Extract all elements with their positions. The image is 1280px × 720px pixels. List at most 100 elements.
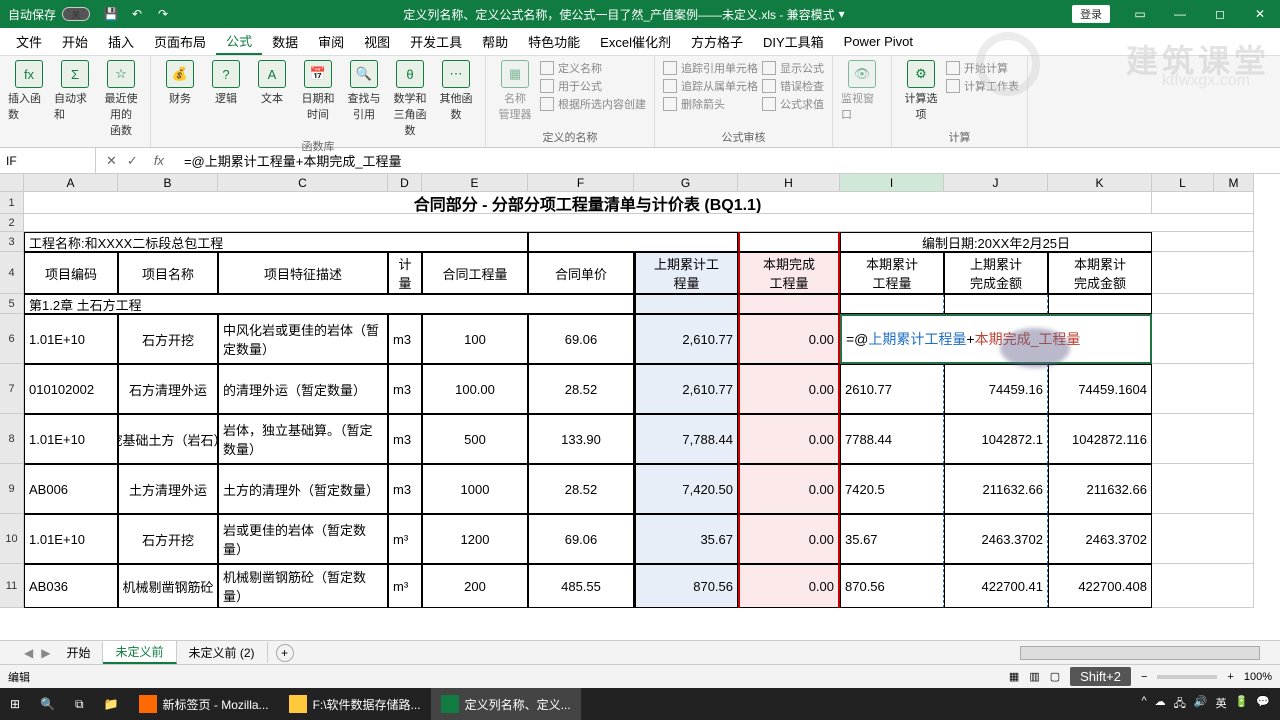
cell[interactable] [738, 294, 840, 314]
fnlib-btn-6[interactable]: ⋯其他函数 [435, 60, 477, 138]
cell[interactable] [1048, 294, 1152, 314]
volume-icon[interactable]: 🔊 [1194, 695, 1208, 714]
taskbar-app-2[interactable]: 定义列名称、定义... [431, 688, 581, 720]
cell[interactable]: 200 [422, 564, 528, 608]
cell[interactable]: 上期累计 完成金额 [944, 252, 1048, 294]
col-M[interactable]: M [1214, 174, 1254, 192]
cell[interactable]: 010102002 [24, 364, 118, 414]
menu-DIY工具箱[interactable]: DIY工具箱 [753, 28, 834, 55]
audit-b-1[interactable]: 错误检查 [762, 78, 824, 94]
cell[interactable]: 1200 [422, 514, 528, 564]
col-J[interactable]: J [944, 174, 1048, 192]
column-headers[interactable]: ABCDEFGHIJKLM [24, 174, 1254, 192]
row-4[interactable]: 4 [0, 252, 24, 294]
cell[interactable] [1152, 414, 1254, 464]
cell[interactable]: 100.00 [422, 364, 528, 414]
tray-up-icon[interactable]: ^ [1141, 695, 1146, 714]
zoom-slider[interactable] [1157, 675, 1217, 679]
cell[interactable]: 本期完成 工程量 [738, 252, 840, 294]
fnlib-btn-3[interactable]: 📅日期和时间 [297, 60, 339, 138]
ribbon-options-icon[interactable]: ▭ [1120, 7, 1160, 21]
row-headers[interactable]: 1234567891011 [0, 192, 24, 608]
cell[interactable]: 1042872.116 [1048, 414, 1152, 464]
cell[interactable]: 本期累计 工程量 [840, 252, 944, 294]
cell[interactable]: 第1.2章 土石方工程 [24, 294, 634, 314]
save-icon[interactable]: 💾 [98, 7, 124, 21]
cell[interactable]: 2463.3702 [944, 514, 1048, 564]
cell[interactable]: 0.00 [738, 314, 840, 364]
hscrollbar[interactable] [1020, 646, 1260, 660]
cell[interactable]: 1042872.1 [944, 414, 1048, 464]
redo-icon[interactable]: ↷ [150, 7, 176, 21]
row-8[interactable]: 8 [0, 414, 24, 464]
row-1[interactable]: 1 [0, 192, 24, 214]
autosum-button[interactable]: Σ自动求和 [54, 60, 96, 145]
taskbar-app-0[interactable]: 新标签页 - Mozilla... [129, 688, 279, 720]
cell[interactable]: 422700.41 [944, 564, 1048, 608]
cell[interactable] [1152, 564, 1254, 608]
audit-a-1[interactable]: 追踪从属单元格 [663, 78, 758, 94]
menu-公式[interactable]: 公式 [216, 28, 262, 55]
cell[interactable]: 870.56 [840, 564, 944, 608]
cell[interactable]: 挖基础土方（岩石） [118, 414, 218, 464]
cell[interactable]: 69.06 [528, 314, 634, 364]
undo-icon[interactable]: ↶ [124, 7, 150, 21]
cell[interactable] [840, 294, 944, 314]
row-2[interactable]: 2 [0, 214, 24, 232]
row-11[interactable]: 11 [0, 564, 24, 608]
cell[interactable]: 编制日期:20XX年2月25日 [840, 232, 1152, 252]
cell[interactable] [1152, 314, 1254, 364]
cell[interactable]: 2,610.77 [634, 314, 738, 364]
col-I[interactable]: I [840, 174, 944, 192]
menu-开始[interactable]: 开始 [52, 28, 98, 55]
defname-2[interactable]: 根据所选内容创建 [540, 96, 646, 112]
cell[interactable]: 69.06 [528, 514, 634, 564]
cell[interactable]: m³ [388, 514, 422, 564]
battery-icon[interactable]: 🔋 [1235, 695, 1249, 714]
cell[interactable]: 0.00 [738, 414, 840, 464]
zoom-in-icon[interactable]: + [1227, 671, 1233, 683]
cell[interactable] [1152, 514, 1254, 564]
minimize-icon[interactable]: — [1160, 7, 1200, 21]
view-break-icon[interactable]: ▢ [1050, 670, 1060, 683]
cell[interactable]: 合同单价 [528, 252, 634, 294]
cell[interactable]: 岩或更佳的岩体（暂定数量） [218, 514, 388, 564]
cell[interactable] [1152, 464, 1254, 514]
col-K[interactable]: K [1048, 174, 1152, 192]
menu-Power Pivot[interactable]: Power Pivot [834, 28, 923, 55]
col-F[interactable]: F [528, 174, 634, 192]
cell[interactable]: 机械剔凿钢筋砼（暂定数量） [218, 564, 388, 608]
audit-a-0[interactable]: 追踪引用单元格 [663, 60, 758, 76]
sheet-nav[interactable]: ▶ [37, 646, 54, 660]
menu-插入[interactable]: 插入 [98, 28, 144, 55]
select-all-corner[interactable] [0, 174, 24, 192]
col-B[interactable]: B [118, 174, 218, 192]
col-G[interactable]: G [634, 174, 738, 192]
cell[interactable] [1152, 364, 1254, 414]
cell[interactable]: 422700.408 [1048, 564, 1152, 608]
cell[interactable]: 500 [422, 414, 528, 464]
cell-grid[interactable]: 合同部分 - 分部分项工程量清单与计价表 (BQ1.1)工程名称:和XXXX二标… [24, 192, 1254, 608]
row-9[interactable]: 9 [0, 464, 24, 514]
task-view-icon[interactable]: ⧉ [65, 688, 94, 720]
search-icon[interactable]: 🔍 [30, 688, 65, 720]
cell[interactable]: 35.67 [634, 514, 738, 564]
cell[interactable] [24, 214, 1254, 232]
spreadsheet-area[interactable]: ABCDEFGHIJKLM 1234567891011 合同部分 - 分部分项工… [0, 174, 1280, 640]
cell[interactable]: 485.55 [528, 564, 634, 608]
cell[interactable]: 0.00 [738, 464, 840, 514]
row-7[interactable]: 7 [0, 364, 24, 414]
watch-window-button[interactable]: 👁监视窗口 [841, 60, 883, 145]
cell[interactable]: 2463.3702 [1048, 514, 1152, 564]
row-10[interactable]: 10 [0, 514, 24, 564]
cell[interactable]: 1.01E+10 [24, 514, 118, 564]
audit-a-2[interactable]: 删除箭头 [663, 96, 758, 112]
cell[interactable]: 7,788.44 [634, 414, 738, 464]
col-E[interactable]: E [422, 174, 528, 192]
cell[interactable]: m3 [388, 414, 422, 464]
zoom-level[interactable]: 100% [1244, 671, 1272, 683]
cell[interactable]: 机械剔凿钢筋砼 [118, 564, 218, 608]
cell[interactable]: 合同工程量 [422, 252, 528, 294]
row-6[interactable]: 6 [0, 314, 24, 364]
cell[interactable]: 石方开挖 [118, 514, 218, 564]
